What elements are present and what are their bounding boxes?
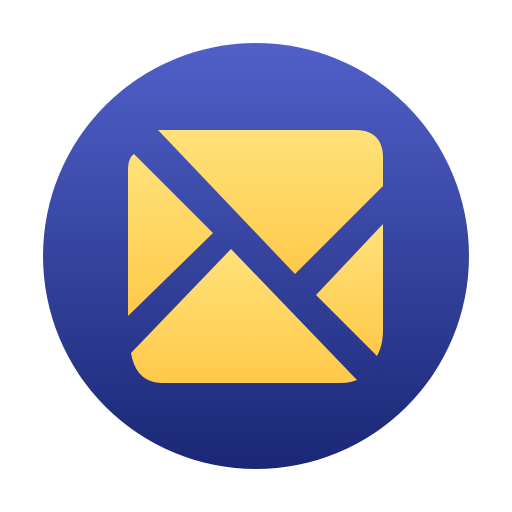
- badge-circle: [43, 43, 469, 469]
- mail-icon: [43, 43, 469, 469]
- app-icon-canvas: [0, 0, 512, 512]
